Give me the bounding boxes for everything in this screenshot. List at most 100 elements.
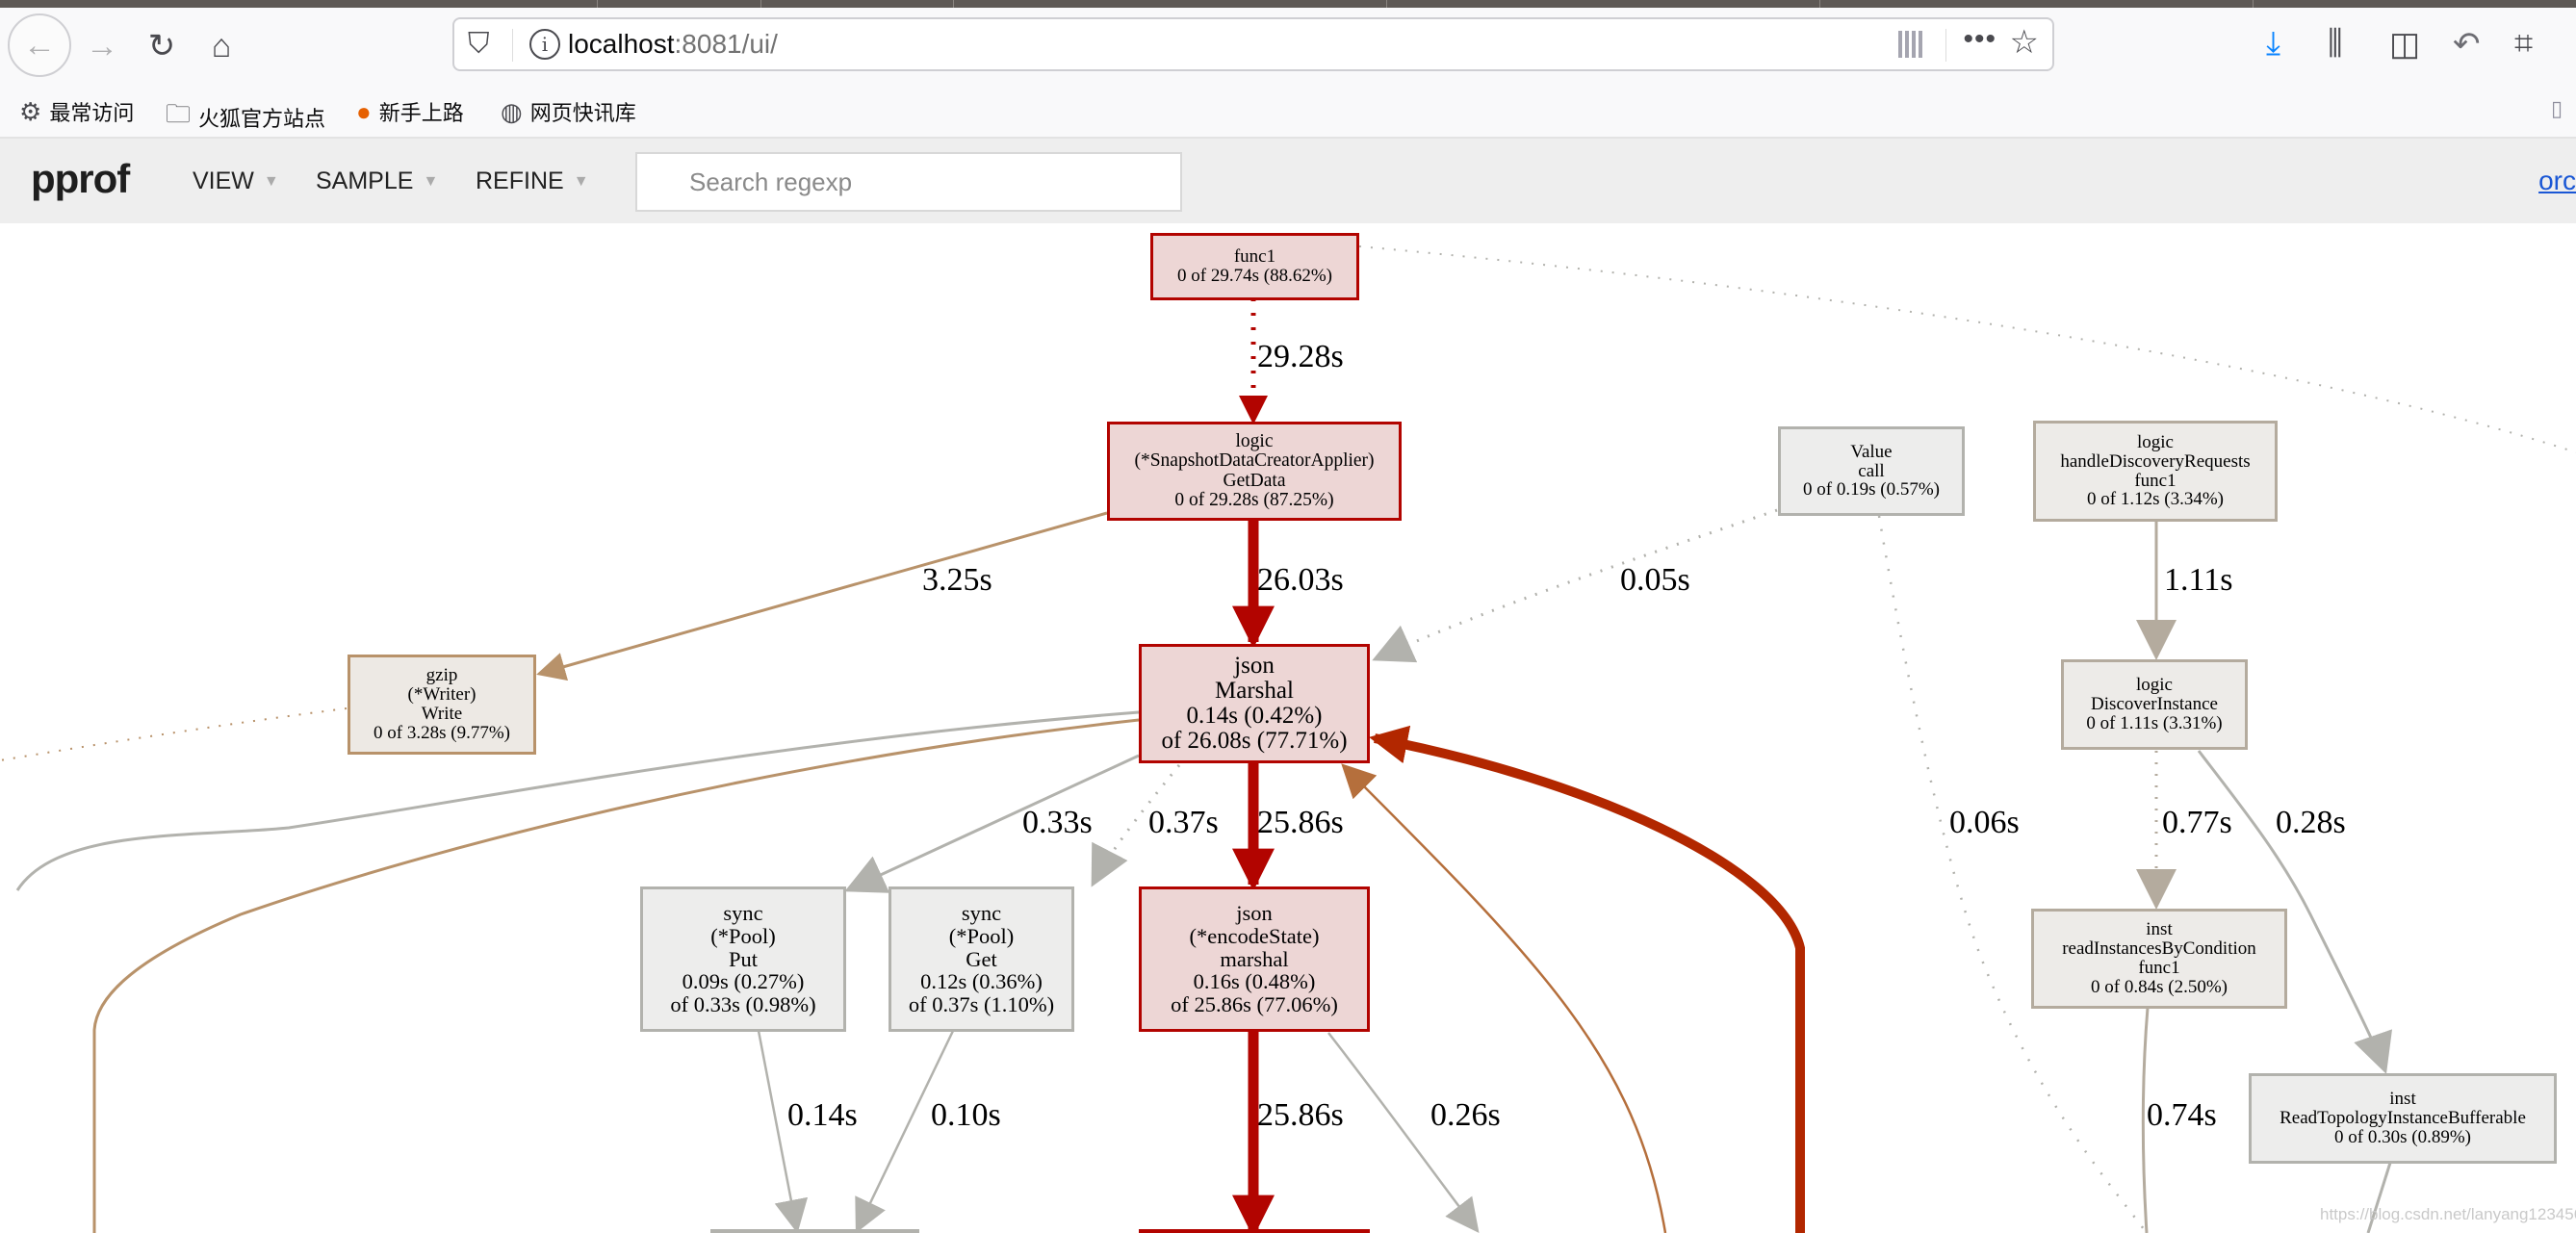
menu-label: VIEW	[193, 167, 254, 194]
url-host: localhost	[568, 29, 675, 59]
search-regexp[interactable]	[635, 152, 1182, 212]
node-line: 0.09s (0.27%)	[682, 969, 805, 994]
node-discover-instance[interactable]: logic DiscoverInstance 0 of 1.11s (3.31%…	[2061, 659, 2248, 750]
node-line: sync	[723, 901, 763, 926]
node-gzip-write[interactable]: gzip (*Writer) Write 0 of 3.28s (9.77%)	[348, 655, 536, 755]
mobile-bookmarks-icon[interactable]: ▯	[2551, 96, 2563, 121]
node-line: logic	[2137, 431, 2174, 452]
node-line: Marshal	[1215, 677, 1294, 704]
edge-func1-right	[1358, 245, 2576, 453]
edge-label: 0.06s	[1949, 805, 2020, 840]
back-icon: ←	[23, 26, 56, 64]
node-value-call[interactable]: Value call 0 of 0.19s (0.57%)	[1778, 426, 1965, 516]
node-getdata[interactable]: logic (*SnapshotDataCreatorApplier) GetD…	[1107, 422, 1402, 521]
node-line: 0 of 3.28s (9.77%)	[374, 722, 510, 743]
node-read-instances[interactable]: inst readInstancesByCondition func1 0 of…	[2031, 909, 2287, 1009]
call-graph[interactable]: func1 0 of 29.74s (88.62%) logic (*Snaps…	[0, 223, 2576, 1233]
right-header-link[interactable]: orc	[2538, 166, 2576, 196]
tracking-shield-icon[interactable]: ⛉	[468, 28, 490, 61]
node-line: handleDiscoveryRequests	[2060, 450, 2251, 472]
edge-label: 29.28s	[1257, 339, 1344, 374]
site-info-icon[interactable]: i	[529, 29, 560, 60]
qr-code-icon[interactable]	[1898, 31, 1923, 58]
forward-button[interactable]: →	[77, 21, 127, 71]
node-line: 0 of 29.74s (88.62%)	[1177, 266, 1332, 286]
folder-icon: 🗀	[166, 99, 192, 128]
edge-marshal-put	[844, 754, 1140, 893]
node-line: Write	[421, 704, 463, 724]
reload-button[interactable]: ↻	[137, 21, 187, 71]
node-line: (*Writer)	[407, 684, 477, 706]
bookmark-firefox-sites[interactable]: 🗀 火狐官方站点	[166, 96, 325, 139]
node-line: Value	[1850, 441, 1893, 462]
search-input[interactable]	[637, 154, 1180, 210]
node-line: (*encodeState)	[1189, 924, 1320, 949]
edge-label: 0.77s	[2162, 805, 2232, 840]
edge-label: 26.03s	[1257, 562, 1344, 598]
node-line: json	[1236, 901, 1273, 926]
url-text[interactable]: localhost:8081/ui/	[568, 29, 778, 60]
node-line: 0 of 29.28s (87.25%)	[1174, 489, 1334, 510]
screenshot-crop-icon[interactable]: ⌗	[2514, 25, 2533, 63]
bookmark-most-visited[interactable]: ⚙ 最常访问	[19, 96, 134, 127]
node-pool-get[interactable]: sync (*Pool) Get 0.12s (0.36%) of 0.37s …	[889, 886, 1074, 1032]
edge-label: 25.86s	[1257, 1097, 1344, 1133]
node-line: 0 of 0.84s (2.50%)	[2091, 976, 2228, 997]
home-button[interactable]: ⌂	[196, 21, 246, 71]
node-pool-put[interactable]: sync (*Pool) Put 0.09s (0.27%) of 0.33s …	[640, 886, 846, 1032]
node-read-topology[interactable]: inst ReadTopologyInstanceBufferable 0 of…	[2249, 1073, 2557, 1164]
divider	[1945, 29, 1946, 62]
node-line: 0.16s (0.48%)	[1193, 969, 1316, 994]
tab-strip	[0, 0, 2576, 8]
reload-icon: ↻	[147, 28, 176, 64]
bookmark-label: 最常访问	[49, 101, 135, 125]
tab-separator	[1819, 0, 1820, 8]
menu-view[interactable]: VIEW ▼	[193, 167, 279, 195]
node-line: 0.14s (0.42%)	[1186, 703, 1323, 729]
pprof-header: pprof VIEW ▼ SAMPLE ▼ REFINE ▼ orc	[0, 139, 2576, 223]
bookmark-web-slices[interactable]: ◍ 网页快讯库	[501, 96, 636, 127]
node-line: DiscoverInstance	[2091, 694, 2218, 715]
url-path: :8081/ui/	[674, 29, 778, 59]
edge-label: 0.26s	[1430, 1097, 1501, 1133]
node-line: readInstancesByCondition	[2062, 938, 2256, 960]
edge-label: 0.28s	[2276, 805, 2346, 840]
edge-label: 25.86s	[1257, 805, 1344, 840]
sidebar-icon[interactable]: ◫	[2389, 25, 2420, 64]
url-bar[interactable]: ⛉ i localhost:8081/ui/ ••• ☆	[452, 17, 2054, 71]
edge-label: 0.37s	[1148, 805, 1219, 840]
undo-icon[interactable]: ↶	[2453, 25, 2481, 64]
page-actions-icon[interactable]: •••	[1963, 23, 1996, 56]
forward-icon: →	[86, 27, 118, 64]
menu-sample[interactable]: SAMPLE ▼	[316, 167, 438, 195]
back-button[interactable]: ←	[8, 13, 71, 77]
bookmark-star-icon[interactable]: ☆	[2010, 23, 2039, 62]
download-icon[interactable]: ⤓	[2266, 25, 2280, 63]
node-line: Get	[966, 946, 997, 971]
node-line: ReadTopologyInstanceBufferable	[2280, 1108, 2526, 1129]
home-icon: ⌂	[211, 27, 232, 64]
edge-label: 0.14s	[787, 1097, 858, 1133]
node-line: of 0.33s (0.98%)	[670, 991, 816, 1016]
edge-label: 0.10s	[931, 1097, 1001, 1133]
node-line: func1	[1233, 246, 1276, 268]
bookmark-getting-started[interactable]: ● 新手上路	[356, 96, 464, 127]
node-line: Put	[728, 946, 758, 971]
node-line: (*Pool)	[710, 924, 776, 949]
edge-value-down	[1877, 515, 2149, 1233]
menu-label: REFINE	[476, 167, 564, 194]
tab-separator	[953, 0, 954, 8]
node-func1[interactable]: func1 0 of 29.74s (88.62%)	[1150, 233, 1359, 300]
node-encodestate-marshal[interactable]: json (*encodeState) marshal 0.16s (0.48%…	[1139, 886, 1370, 1032]
node-line: inst	[2389, 1089, 2416, 1110]
node-line: GetData	[1223, 470, 1286, 491]
edge-label: 0.33s	[1022, 805, 1093, 840]
caret-down-icon: ▼	[423, 172, 439, 190]
node-handle-discovery[interactable]: logic handleDiscoveryRequests func1 0 of…	[2033, 421, 2278, 522]
menu-label: SAMPLE	[316, 167, 414, 194]
menu-refine[interactable]: REFINE ▼	[476, 167, 589, 195]
node-json-marshal[interactable]: json Marshal 0.14s (0.42%) of 26.08s (77…	[1139, 644, 1370, 763]
library-icon[interactable]: ⫼	[2328, 25, 2343, 63]
node-line: 0 of 0.30s (0.89%)	[2334, 1126, 2471, 1147]
edge-label: 0.05s	[1620, 562, 1690, 598]
